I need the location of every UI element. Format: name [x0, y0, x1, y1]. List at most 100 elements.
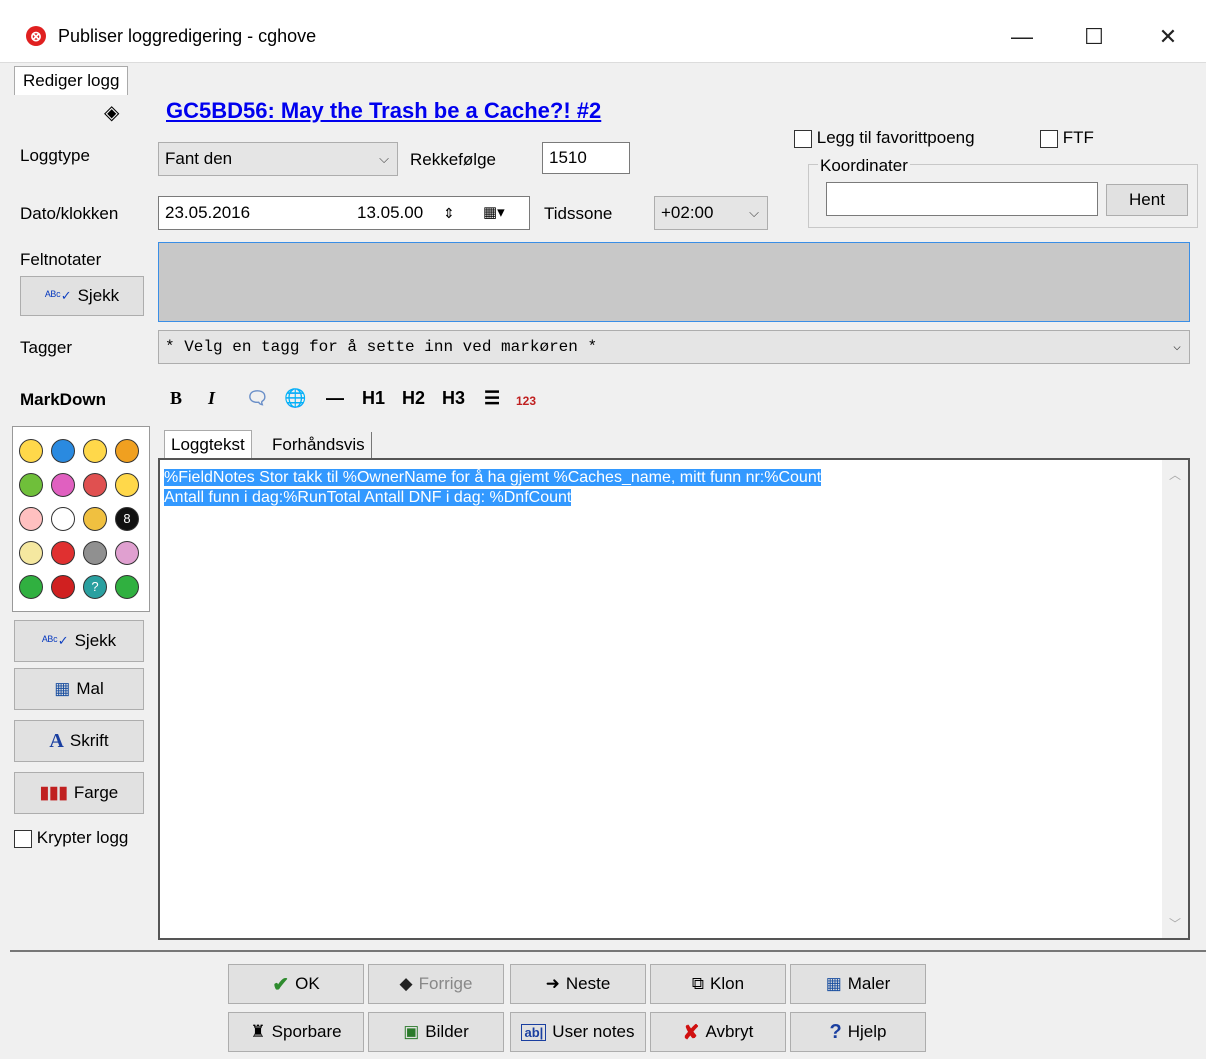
- chevron-down-icon: ⌵: [749, 205, 759, 220]
- clown-icon[interactable]: [51, 507, 75, 531]
- color-button[interactable]: ▮▮▮ Farge: [14, 772, 144, 814]
- window-title: Publiser loggredigering - cghove: [58, 26, 317, 46]
- cache-link[interactable]: GC5BD56: May the Trash be a Cache?! #2: [166, 98, 601, 124]
- log-textarea[interactable]: %FieldNotes Stor takk til %OwnerName for…: [158, 458, 1190, 940]
- cancel-button[interactable]: ✘ Avbryt: [650, 1012, 786, 1052]
- quote-icon[interactable]: 🗨: [246, 388, 269, 409]
- date-label: Dato/klokken: [20, 204, 119, 223]
- arrow-right-icon: ➜: [545, 974, 560, 993]
- minimize-button[interactable]: —: [1000, 18, 1044, 56]
- tags-select[interactable]: * Velg en tagg for å sette inn ved markø…: [158, 330, 1190, 364]
- x-icon: ✘: [682, 1021, 700, 1044]
- thinking-icon[interactable]: [83, 507, 107, 531]
- calendar-icon[interactable]: ▦▾: [483, 197, 505, 229]
- order-label: Rekkefølge: [410, 150, 496, 169]
- fieldnotes-spell-button[interactable]: ᴬᴮᶜ✓ Sjekk: [20, 276, 144, 316]
- neutral-icon[interactable]: [83, 541, 107, 565]
- favorite-label: Legg til favorittpoeng: [816, 128, 975, 147]
- coordinates-label: Koordinater: [818, 156, 910, 176]
- favorite-option[interactable]: Legg til favorittpoeng: [794, 128, 975, 148]
- logtype-select[interactable]: Fant den ⌵: [158, 142, 398, 176]
- copy-icon: ⧉: [691, 974, 705, 993]
- user-notes-button[interactable]: ab| User notes: [510, 1012, 646, 1052]
- tab-forhandsvis[interactable]: Forhåndsvis: [266, 432, 372, 458]
- ftf-option[interactable]: FTF: [1040, 128, 1094, 148]
- wink-icon[interactable]: [115, 439, 139, 463]
- cool-icon[interactable]: [115, 473, 139, 497]
- eight-ball-icon[interactable]: 8: [115, 507, 139, 531]
- text-field-icon: ab|: [521, 1023, 547, 1041]
- evil-icon[interactable]: [83, 473, 107, 497]
- prev-button[interactable]: ◆ Forrige: [368, 964, 504, 1004]
- eraser-icon[interactable]: ◈: [104, 100, 119, 125]
- vertical-scrollbar[interactable]: ︿ ﹀: [1162, 460, 1188, 938]
- datetime-input[interactable]: 23.05.2016 13.05.00 ⇕ ▦▾: [158, 196, 530, 230]
- prev-label: Forrige: [418, 974, 473, 993]
- cancel-label: Avbryt: [705, 1022, 754, 1041]
- h2-button[interactable]: H2: [402, 388, 425, 409]
- fieldnotes-textarea[interactable]: [158, 242, 1190, 322]
- shock-icon[interactable]: [19, 541, 43, 565]
- tags-label: Tagger: [20, 338, 72, 357]
- close-button[interactable]: ✕: [1146, 18, 1190, 56]
- trackables-button[interactable]: ♜ Sporbare: [228, 1012, 364, 1052]
- log-line-1: %FieldNotes Stor takk til %OwnerName for…: [164, 469, 822, 486]
- template-icon: ▦: [54, 679, 71, 698]
- order-input[interactable]: 1510: [542, 142, 630, 174]
- hr-button[interactable]: —: [326, 388, 344, 409]
- encrypt-option[interactable]: Krypter logg: [14, 828, 128, 848]
- sick-icon[interactable]: [19, 473, 43, 497]
- question-icon[interactable]: ?: [83, 575, 107, 599]
- clone-label: Klon: [710, 974, 745, 993]
- disapprove-icon[interactable]: [51, 575, 75, 599]
- tab-rediger-logg[interactable]: Rediger logg: [14, 66, 129, 95]
- tags-value: * Velg en tagg for å sette inn ved markø…: [165, 338, 598, 356]
- tab-loggtekst[interactable]: Loggtekst: [164, 430, 252, 459]
- next-button[interactable]: ➜ Neste: [510, 964, 646, 1004]
- scroll-down-icon[interactable]: ﹀: [1162, 915, 1188, 932]
- angry-icon[interactable]: [51, 541, 75, 565]
- link-icon[interactable]: 🌐: [284, 388, 306, 409]
- templates-button[interactable]: ▦ Maler: [790, 964, 926, 1004]
- templates-label: Maler: [847, 974, 891, 993]
- image-icon: ▣: [403, 1022, 420, 1041]
- timezone-select[interactable]: +02:00 ⌵: [654, 196, 768, 230]
- help-button[interactable]: ? Hjelp: [790, 1012, 926, 1052]
- ftf-label: FTF: [1062, 128, 1094, 147]
- kiss-icon[interactable]: [115, 541, 139, 565]
- ftf-checkbox[interactable]: [1040, 129, 1058, 148]
- template-button[interactable]: ▦ Mal: [14, 668, 144, 710]
- arrow-left-icon: ◆: [399, 974, 413, 993]
- bullet-list-icon[interactable]: ☰: [484, 388, 500, 409]
- laugh-icon[interactable]: [83, 439, 107, 463]
- sad-icon[interactable]: [51, 439, 75, 463]
- smiley-panel: 8 ?: [12, 426, 150, 612]
- encrypt-checkbox[interactable]: [14, 829, 32, 848]
- font-button[interactable]: A Skrift: [14, 720, 144, 762]
- bottom-divider: [10, 950, 1206, 952]
- user-notes-label: User notes: [552, 1022, 635, 1041]
- spinner-icon[interactable]: ⇕: [443, 197, 455, 229]
- log-spell-button[interactable]: ᴬᴮᶜ✓ Sjekk: [14, 620, 144, 662]
- spell-label: Sjekk: [77, 286, 120, 305]
- ok-button[interactable]: ✔ OK: [228, 964, 364, 1004]
- fetch-button[interactable]: Hent: [1106, 184, 1188, 216]
- spell-label: Sjekk: [74, 631, 117, 650]
- bold-button[interactable]: B: [170, 388, 182, 409]
- spellcheck-icon: ᴬᴮᶜ✓: [41, 633, 69, 648]
- h1-button[interactable]: H1: [362, 388, 385, 409]
- approve-icon[interactable]: [19, 575, 43, 599]
- numbered-list-button[interactable]: 123: [516, 394, 536, 408]
- smile-icon[interactable]: [19, 439, 43, 463]
- h3-button[interactable]: H3: [442, 388, 465, 409]
- scroll-up-icon[interactable]: ︿: [1162, 466, 1188, 483]
- favorite-checkbox[interactable]: [794, 129, 812, 148]
- surprised-icon[interactable]: [51, 473, 75, 497]
- coordinates-input[interactable]: [826, 182, 1098, 216]
- clone-button[interactable]: ⧉ Klon: [650, 964, 786, 1004]
- blush-icon[interactable]: [19, 507, 43, 531]
- italic-button[interactable]: I: [208, 388, 215, 409]
- images-button[interactable]: ▣ Bilder: [368, 1012, 504, 1052]
- big-smile-icon[interactable]: [115, 575, 139, 599]
- maximize-button[interactable]: ☐: [1072, 18, 1116, 56]
